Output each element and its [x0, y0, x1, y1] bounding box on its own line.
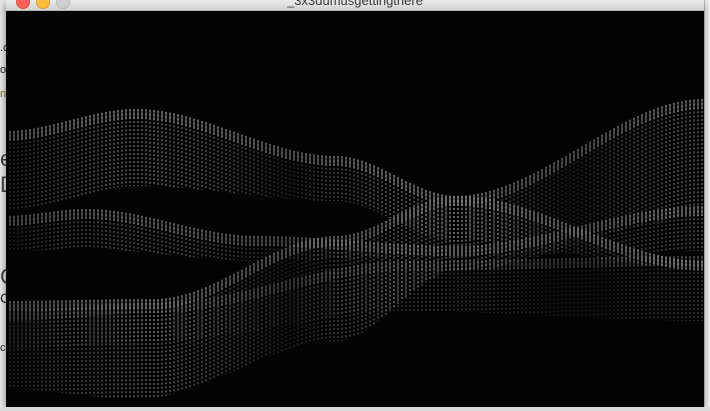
window-titlebar[interactable]: _3x3dumusgettingthere [6, 0, 704, 11]
background-window-edge [704, 0, 710, 411]
sketch-canvas[interactable] [6, 11, 704, 407]
window-title: _3x3dumusgettingthere [287, 0, 423, 8]
desktop: .c od na e D G C ch _3x3dumusgettingther… [0, 0, 710, 411]
sketch-window[interactable]: _3x3dumusgettingthere [6, 0, 704, 407]
generative-art-drawing [9, 99, 703, 399]
background-window-edge [0, 407, 710, 411]
